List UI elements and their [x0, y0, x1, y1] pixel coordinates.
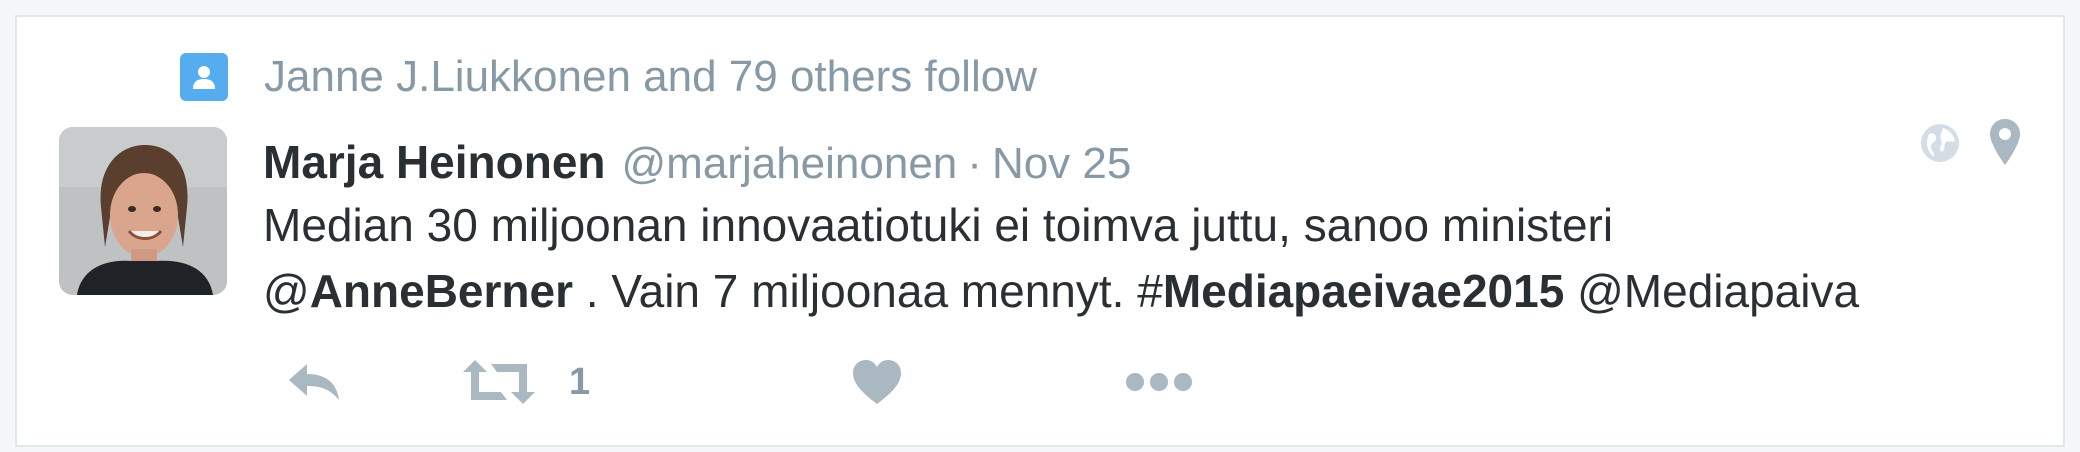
header-icons — [1919, 117, 2023, 169]
hashtag-link[interactable]: #Mediapaeivae2015 — [1137, 265, 1564, 317]
heart-icon — [851, 358, 903, 406]
tweet-text: Median 30 miljoonan innovaatiotuki ei to… — [263, 192, 2003, 324]
social-context: Janne J.Liukkonen and 79 others follow — [180, 52, 1037, 102]
mention-name: AnneBerner — [309, 265, 573, 317]
mention-at: @ — [263, 265, 310, 317]
tweet-card[interactable]: Janne J.Liukkonen and 79 others follow M… — [15, 15, 2065, 447]
person-icon — [180, 53, 228, 101]
like-button[interactable] — [851, 347, 903, 417]
tweet-actions: 1 — [263, 347, 1263, 417]
retweet-button[interactable]: 1 — [463, 347, 590, 417]
author-username[interactable]: @marjaheinonen — [622, 139, 958, 189]
tweet-timestamp[interactable]: Nov 25 — [992, 139, 1131, 189]
more-button[interactable] — [1125, 347, 1193, 417]
social-context-text[interactable]: Janne J.Liukkonen and 79 others follow — [264, 52, 1037, 102]
avatar[interactable] — [59, 127, 227, 295]
hashtag-symbol: # — [1137, 265, 1163, 317]
more-dots-icon — [1125, 371, 1193, 393]
mention2-link[interactable]: @Mediapaiva — [1564, 265, 1859, 317]
author-fullname[interactable]: Marja Heinonen — [263, 135, 606, 189]
retweet-icon — [463, 358, 535, 406]
tweet-header: Marja Heinonen @marjaheinonen · Nov 25 — [263, 135, 1131, 195]
globe-icon — [1919, 122, 1961, 164]
reply-button[interactable] — [285, 347, 343, 417]
retweet-count: 1 — [569, 360, 591, 403]
tweet-text-middle: . Vain 7 miljoonaa mennyt. — [573, 265, 1138, 317]
location-pin-icon[interactable] — [1987, 117, 2023, 169]
mention-link[interactable]: @AnneBerner — [263, 265, 573, 317]
reply-icon — [285, 360, 343, 404]
hashtag-name: Mediapaeivae2015 — [1162, 265, 1565, 317]
header-separator: · — [967, 139, 982, 188]
tweet-text-line1: Median 30 miljoonan innovaatiotuki ei to… — [263, 199, 1614, 251]
